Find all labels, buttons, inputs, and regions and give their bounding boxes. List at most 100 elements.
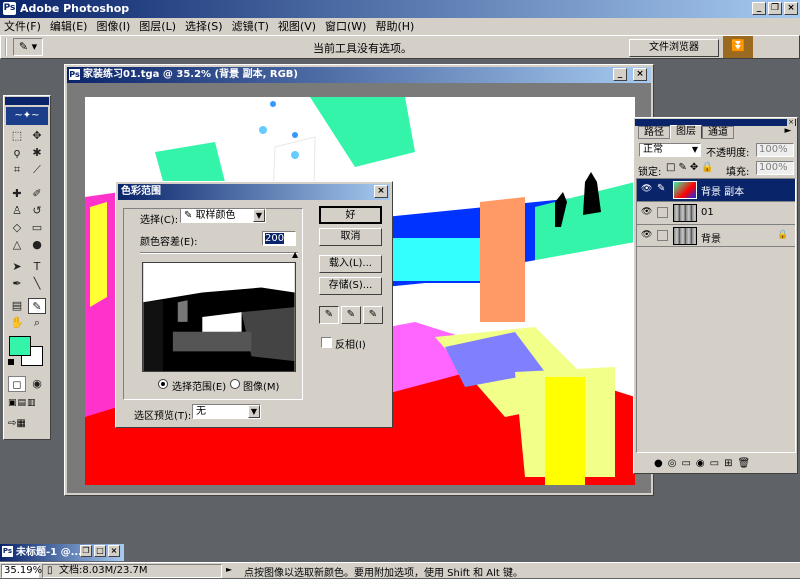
move-icon[interactable]: ✥ bbox=[28, 128, 46, 144]
eyedropper-tool-icon[interactable]: ✎ bbox=[28, 298, 46, 314]
restore-button[interactable]: ❐ bbox=[768, 2, 782, 15]
tool-preset-picker[interactable]: ✎ ▾ bbox=[13, 38, 43, 56]
eye-icon[interactable]: 👁 bbox=[641, 230, 652, 240]
tab-channels[interactable]: 通道 bbox=[702, 126, 734, 139]
minimized-window[interactable]: Ps 未标题-1 @... ❐ □ × bbox=[0, 544, 124, 561]
zoom-icon[interactable]: ⌕ bbox=[28, 315, 46, 331]
type-icon[interactable]: T bbox=[28, 259, 46, 275]
layer-row-background-copy[interactable]: 👁 ✎ 背景 副本 bbox=[637, 179, 795, 201]
menu-layer[interactable]: 图层(L) bbox=[139, 20, 176, 33]
eye-icon[interactable]: 👁 bbox=[641, 184, 652, 194]
file-browser-tab[interactable]: 文件浏览器 bbox=[629, 39, 719, 57]
load-button[interactable]: 载入(L)... bbox=[319, 255, 382, 273]
zoom-field[interactable]: 35.19% bbox=[1, 564, 42, 578]
layer-action-icons[interactable]: ●◎▭◉▭⊞🗑 bbox=[654, 458, 755, 469]
foreground-color-swatch[interactable] bbox=[9, 336, 31, 356]
palette-menu-icon[interactable]: ► bbox=[782, 126, 794, 138]
opacity-input[interactable]: 100% bbox=[756, 143, 794, 157]
close-button[interactable]: × bbox=[784, 2, 798, 15]
brush-icon[interactable]: ✐ bbox=[28, 186, 46, 202]
tab-layers[interactable]: 图层 bbox=[670, 125, 702, 139]
crop-icon[interactable]: ⌗ bbox=[8, 162, 26, 178]
doc-size-field[interactable]: ▯ 文档:8.03M/23.7M bbox=[42, 564, 222, 578]
link-box[interactable] bbox=[657, 207, 668, 218]
blend-mode-dropdown[interactable]: 正常 ▼ bbox=[639, 143, 701, 157]
eyedropper-button[interactable]: ✎ bbox=[319, 306, 339, 324]
fuzziness-slider-track[interactable] bbox=[140, 252, 298, 254]
jump-to-imageready-icon[interactable]: ⇨▦ bbox=[8, 418, 48, 432]
preview-label: 选区预览(T): bbox=[134, 411, 192, 422]
dialog-titlebar: 色彩范围 × bbox=[118, 184, 390, 200]
radio-image-label: 图像(M) bbox=[243, 382, 280, 393]
document-title: 家装练习01.tga @ 35.2% (背景 副本, RGB) bbox=[83, 69, 298, 80]
menu-file[interactable]: 文件(F) bbox=[4, 20, 41, 33]
menu-image[interactable]: 图像(I) bbox=[96, 20, 130, 33]
menu-edit[interactable]: 编辑(E) bbox=[50, 20, 88, 33]
min-maximize-button[interactable]: □ bbox=[94, 545, 106, 557]
healing-icon[interactable]: ✚ bbox=[8, 186, 26, 202]
menu-help[interactable]: 帮助(H) bbox=[375, 20, 414, 33]
clone-stamp-icon[interactable]: ♙ bbox=[8, 203, 26, 219]
menu-window[interactable]: 窗口(W) bbox=[325, 20, 366, 33]
document-titlebar: Ps 家装练习01.tga @ 35.2% (背景 副本, RGB) _ × bbox=[67, 67, 651, 83]
path-select-icon[interactable]: ➤ bbox=[8, 259, 26, 275]
lasso-icon[interactable]: ϙ bbox=[8, 145, 26, 161]
doc-minimize-button[interactable]: _ bbox=[613, 68, 627, 81]
status-bar: 35.19% ▯ 文档:8.03M/23.7M ► 点按图像以选取新颜色。要用附加… bbox=[0, 562, 800, 579]
menu-filter[interactable]: 滤镜(T) bbox=[232, 20, 269, 33]
preview-dropdown[interactable]: 无 ▼ bbox=[192, 404, 261, 419]
fuzziness-slider-handle[interactable]: ▲ bbox=[292, 250, 298, 259]
dialog-close-button[interactable]: × bbox=[374, 185, 388, 198]
radio-image[interactable] bbox=[230, 379, 240, 389]
layer-row-background[interactable]: 👁 背景 🔒 bbox=[637, 224, 795, 247]
link-box[interactable] bbox=[657, 230, 668, 241]
line-icon[interactable]: ╲ bbox=[28, 276, 46, 292]
eyedropper-minus-button[interactable]: ✎ bbox=[363, 306, 383, 324]
fill-input[interactable]: 100% bbox=[756, 161, 794, 175]
lock-icons[interactable]: □✎✥🔒 bbox=[666, 162, 717, 173]
min-restore-button[interactable]: ❐ bbox=[80, 545, 92, 557]
standard-mode-icon[interactable]: ◻ bbox=[8, 376, 26, 392]
layer-row-01[interactable]: 👁 01 bbox=[637, 201, 795, 224]
adobe-logo[interactable]: ~✦~ bbox=[6, 107, 48, 125]
gradient-icon[interactable]: ▭ bbox=[28, 220, 46, 236]
eyedropper-plus-button[interactable]: ✎ bbox=[341, 306, 361, 324]
radio-selection[interactable] bbox=[158, 379, 168, 389]
status-hint: 点按图像以选取新颜色。要用附加选项，使用 Shift 和 Alt 键。 bbox=[244, 568, 523, 579]
quick-mask-icon[interactable]: ◉ bbox=[28, 376, 46, 392]
layer-thumbnail bbox=[673, 227, 697, 245]
online-services-icon[interactable]: ⏬ bbox=[723, 36, 753, 58]
screen-mode-icons[interactable]: ▣▤▥ bbox=[8, 398, 48, 412]
doc-icon: ▯ bbox=[47, 565, 53, 576]
invert-checkbox[interactable] bbox=[321, 337, 332, 348]
layer-name: 背景 副本 bbox=[701, 187, 745, 198]
magic-wand-icon[interactable]: ✱ bbox=[28, 145, 46, 161]
options-hint: 当前工具没有选项。 bbox=[313, 42, 412, 55]
tab-paths[interactable]: 路径 bbox=[638, 126, 670, 139]
blur-icon[interactable]: △ bbox=[8, 237, 26, 253]
eye-icon[interactable]: 👁 bbox=[641, 207, 652, 217]
default-colors-icon[interactable] bbox=[8, 359, 14, 365]
play-icon[interactable]: ► bbox=[226, 565, 232, 574]
select-dropdown[interactable]: ✎ 取样颜色 ▼ bbox=[180, 208, 266, 223]
hand-icon[interactable]: ✋ bbox=[8, 315, 26, 331]
notes-icon[interactable]: ▤ bbox=[8, 298, 26, 314]
cancel-button[interactable]: 取消 bbox=[319, 228, 382, 246]
min-close-button[interactable]: × bbox=[108, 545, 120, 557]
menu-select[interactable]: 选择(S) bbox=[185, 20, 223, 33]
eraser-icon[interactable]: ◇ bbox=[8, 220, 26, 236]
fuzziness-input[interactable]: 200 bbox=[262, 231, 296, 246]
ok-button[interactable]: 好 bbox=[319, 206, 382, 224]
slice-icon[interactable]: ⟋ bbox=[28, 162, 46, 178]
marquee-icon[interactable]: ⬚ bbox=[8, 128, 26, 144]
pen-icon[interactable]: ✒ bbox=[8, 276, 26, 292]
history-brush-icon[interactable]: ↺ bbox=[28, 203, 46, 219]
select-label: 选择(C): bbox=[140, 215, 179, 226]
menu-view[interactable]: 视图(V) bbox=[278, 20, 316, 33]
app-title: Adobe Photoshop bbox=[20, 2, 130, 15]
lock-label: 锁定: bbox=[638, 167, 662, 178]
save-button[interactable]: 存储(S)... bbox=[319, 277, 382, 295]
doc-close-button[interactable]: × bbox=[633, 68, 647, 81]
dodge-icon[interactable]: ● bbox=[28, 237, 46, 253]
minimize-button[interactable]: _ bbox=[752, 2, 766, 15]
